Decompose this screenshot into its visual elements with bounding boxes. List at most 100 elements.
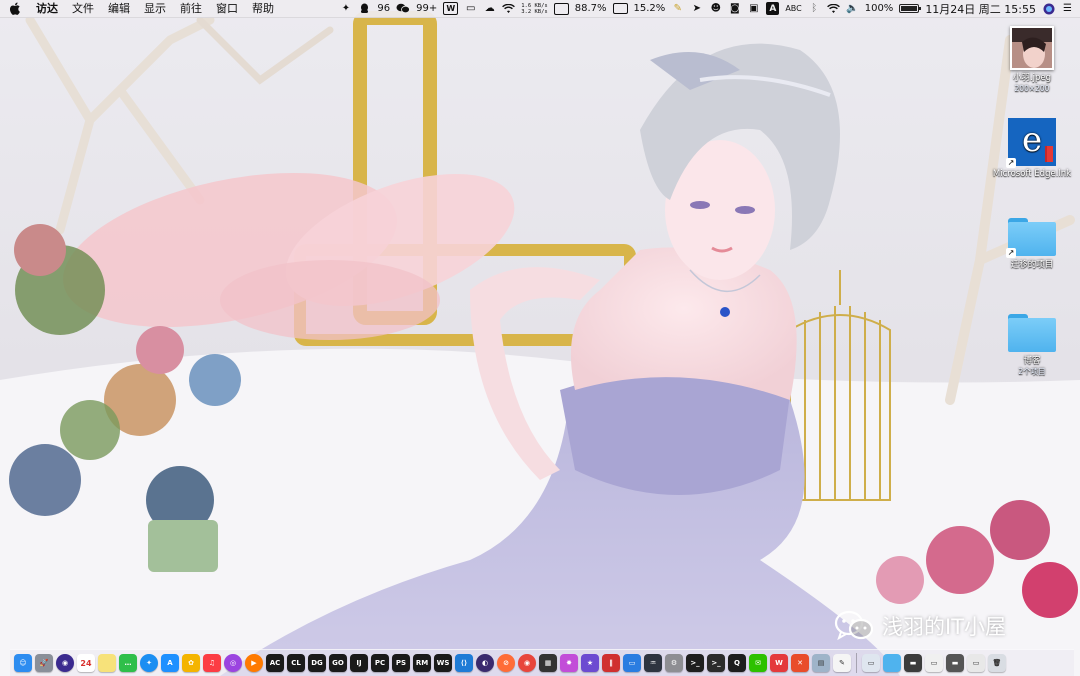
dock-safari-icon[interactable]: ✦ (140, 654, 158, 672)
send-icon[interactable]: ➤ (690, 2, 703, 15)
menu-window[interactable]: 窗口 (209, 0, 245, 17)
dock-screen-window-icon[interactable]: ▬ (904, 654, 922, 672)
dock-qq-icon[interactable]: Q (728, 654, 746, 672)
dock-trash-icon[interactable]: 🗑 (988, 654, 1006, 672)
dock: ☺ 🚀 ◉ 24… ✦ A ✿ ♫ ◎ ▶ AC CL DG GO IJ PC PS RM WS ⟨⟩ ◐ ⊘ ◉ ▦ ✸ ★ ∥ ▭… (10, 649, 1074, 676)
dock-infuse-icon[interactable]: ▶ (245, 654, 263, 672)
dock-phpstorm-icon[interactable]: PS (392, 654, 410, 672)
desktop-screen: 访达 文件 编辑 显示 前往 窗口 帮助 ✦ 96 99+ W ▭ ☁ 1.6 … (0, 0, 1080, 676)
pin-icon[interactable]: ✦ (339, 2, 352, 15)
desktop-shortcut-label: Microsoft Edge.lnk (992, 169, 1072, 179)
dock-parallels-icon[interactable]: ∥ (602, 654, 620, 672)
desktop-folder-migrated[interactable]: ↗ 迁移的项目 (992, 214, 1072, 271)
desktop-folder-label: 博客 (1023, 356, 1041, 366)
siri-icon[interactable] (1042, 2, 1055, 15)
dock-music-icon[interactable]: ♫ (203, 654, 221, 672)
network-speed: 1.6 KB/s 3.2 KB/s (521, 3, 548, 15)
dock-wps-icon[interactable]: W (770, 654, 788, 672)
alias-arrow-icon: ↗ (1006, 158, 1016, 168)
edge-icon: e ↗ (1006, 118, 1056, 168)
dock-webstorm-icon[interactable]: WS (434, 654, 452, 672)
menu-file[interactable]: 文件 (65, 0, 101, 17)
wps-tray-icon[interactable]: W (443, 2, 459, 15)
dock-messages-icon[interactable]: … (119, 654, 137, 672)
dock-screenshot-window-icon[interactable]: ▭ (967, 654, 985, 672)
dock-chrome-icon[interactable]: ◉ (518, 654, 536, 672)
desktop-shortcut-edge[interactable]: e ↗ Microsoft Edge.lnk (992, 118, 1072, 180)
dock-postman-icon[interactable]: ⊘ (497, 654, 515, 672)
cloud-icon[interactable]: ☁ (483, 2, 496, 15)
wechat-count: 99+ (416, 3, 438, 14)
keyboard-icon[interactable]: ▣ (747, 2, 760, 15)
battery-icon[interactable] (899, 4, 922, 13)
dock-terminal-1-icon[interactable]: >_ (686, 654, 704, 672)
dock-keyboard-window-icon[interactable]: ▬ (946, 654, 964, 672)
dock-app-store-icon[interactable]: A (161, 654, 179, 672)
dock-appcode-icon[interactable]: AC (266, 654, 284, 672)
wechat-tray-icon[interactable] (396, 2, 411, 15)
display-icon[interactable]: ▭ (464, 2, 477, 15)
dock-finder-icon[interactable]: ☺ (14, 654, 32, 672)
menu-edit[interactable]: 编辑 (101, 0, 137, 17)
input-source-label[interactable]: ABC (785, 4, 801, 13)
wifi-icon[interactable] (826, 2, 840, 15)
dock-terminal-2-icon[interactable]: >_ (707, 654, 725, 672)
menu-help[interactable]: 帮助 (245, 0, 281, 17)
dock-rubymine-icon[interactable]: RM (413, 654, 431, 672)
dock-nova-icon[interactable]: ✸ (560, 654, 578, 672)
vpn-icon[interactable]: ◙ (728, 2, 741, 15)
dock-podcasts-icon[interactable]: ◎ (224, 654, 242, 672)
dock-folder-stack-icon[interactable] (883, 654, 901, 672)
dock-activity-monitor-icon[interactable]: ♒ (644, 654, 662, 672)
image-thumbnail (1010, 26, 1054, 70)
dock-siri-icon[interactable]: ◉ (56, 654, 74, 672)
dock-imovie-icon[interactable]: ★ (581, 654, 599, 672)
wifi-status-icon[interactable] (502, 2, 516, 15)
dock-preview-icon[interactable]: ▤ (812, 654, 830, 672)
pencil-icon[interactable]: ✎ (671, 2, 684, 15)
menu-bar: 访达 文件 编辑 显示 前往 窗口 帮助 ✦ 96 99+ W ▭ ☁ 1.6 … (0, 0, 1080, 18)
dock-doc-window-icon[interactable]: ▭ (925, 654, 943, 672)
qq-tray-icon[interactable] (358, 2, 371, 15)
dock-clion-icon[interactable]: CL (287, 654, 305, 672)
folder-icon (1008, 314, 1056, 352)
dock-wechat-icon[interactable]: ✉ (749, 654, 767, 672)
menu-view[interactable]: 显示 (137, 0, 173, 17)
wechat-logo-icon (834, 610, 874, 641)
dock-eclipse-icon[interactable]: ◐ (476, 654, 494, 672)
dock-notes-icon[interactable] (98, 654, 116, 672)
desktop-file-dimensions: 200×200 (1014, 84, 1050, 93)
volume-icon[interactable]: 🔈 (846, 2, 859, 15)
app-menu-finder[interactable]: 访达 (29, 0, 65, 17)
dock-downloads-window-icon[interactable]: ▭ (862, 654, 880, 672)
bluetooth-icon[interactable]: ᛒ (808, 2, 821, 15)
dock-datagrip-icon[interactable]: DG (308, 654, 326, 672)
dock-textedit-icon[interactable]: ✎ (833, 654, 851, 672)
dock-vscode-icon[interactable]: ⟨⟩ (455, 654, 473, 672)
dock-system-preferences-icon[interactable]: ⚙ (665, 654, 683, 672)
clock[interactable]: 11月24日 周二 15:55 (925, 1, 1036, 17)
dock-calendar-icon[interactable]: 24 (77, 654, 95, 672)
dock-intellij-icon[interactable]: IJ (350, 654, 368, 672)
desktop-wallpaper (0, 0, 1080, 676)
dock-photos-icon[interactable]: ✿ (182, 654, 200, 672)
dock-claquette-icon[interactable]: ▦ (539, 654, 557, 672)
dock-xmind-icon[interactable]: ✕ (791, 654, 809, 672)
desktop-folder-blog[interactable]: 博客 2个项目 (992, 310, 1072, 377)
alias-arrow-icon: ↗ (1006, 248, 1016, 258)
dock-goland-icon[interactable]: GO (329, 654, 347, 672)
desktop-file-xiaoyu-jpeg[interactable]: 小羽.jpeg 200×200 (992, 26, 1072, 94)
dock-pycharm-icon[interactable]: PC (371, 654, 389, 672)
dock-remote-desktop-icon[interactable]: ▭ (623, 654, 641, 672)
menu-go[interactable]: 前往 (173, 0, 209, 17)
dock-separator (856, 653, 857, 673)
cpu-percent: 88.7% (574, 3, 607, 14)
apple-menu-icon[interactable] (9, 2, 21, 15)
memory-percent: 15.2% (633, 3, 666, 14)
cpu-icon (553, 2, 569, 15)
dock-launchpad-icon[interactable]: 🚀 (35, 654, 53, 672)
memory-icon (612, 3, 628, 14)
face-icon[interactable]: ☻ (709, 2, 722, 15)
input-source-icon[interactable]: A (766, 2, 780, 15)
notification-center-icon[interactable]: ☰ (1061, 2, 1074, 15)
